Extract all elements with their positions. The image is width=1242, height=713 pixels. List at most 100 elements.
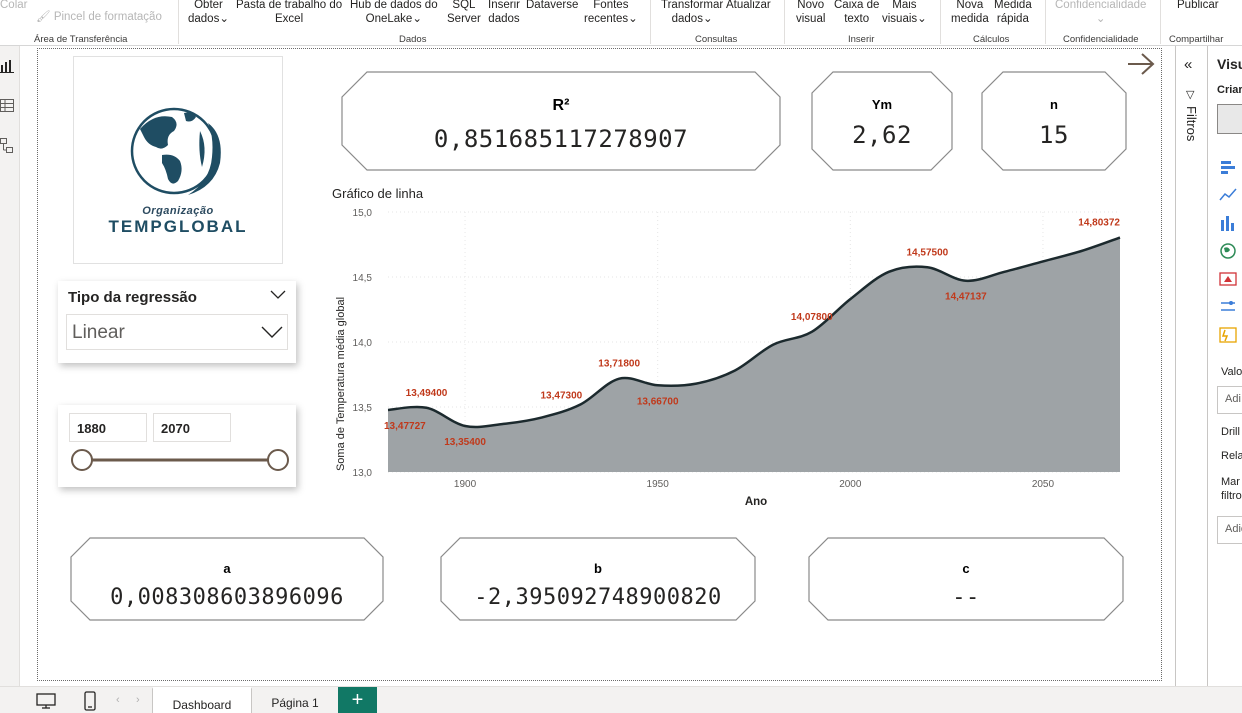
n-value: 15: [1039, 121, 1069, 149]
separator: [650, 0, 651, 44]
chevron-right-icon[interactable]: ›: [136, 694, 140, 706]
y-tick-label: 13,5: [353, 403, 373, 414]
add-drill-field[interactable]: Adic: [1217, 516, 1242, 544]
data-label: 14,80372: [1078, 218, 1120, 229]
c-title: c: [962, 561, 970, 576]
c-card[interactable]: c --: [808, 537, 1124, 621]
a-card[interactable]: a 0,008308603896096: [70, 537, 384, 621]
smart-narrative-icon[interactable]: [1219, 326, 1237, 344]
chevron-left-icon[interactable]: ‹: [116, 694, 120, 706]
get-data-button[interactable]: Obter dados⌄: [188, 0, 229, 26]
range-start-handle[interactable]: [71, 449, 93, 471]
regression-type-slicer: Tipo da regressão Linear: [58, 281, 296, 363]
b-title: b: [594, 561, 602, 576]
year-to-input[interactable]: 2070: [153, 413, 231, 442]
r2-card[interactable]: R² 0,85168511727890​7: [341, 71, 781, 171]
n-card[interactable]: n 15: [981, 71, 1127, 171]
insert-group-label: Inserir: [848, 34, 875, 45]
sensitivity-button[interactable]: Confidencialidade ⌄: [1055, 0, 1146, 26]
area-fill: [388, 237, 1120, 472]
sql-server-button[interactable]: SQL Server: [447, 0, 481, 26]
model-view-icon[interactable]: [0, 138, 16, 154]
recent-sources-button[interactable]: Fontes recentes⌄: [584, 0, 638, 26]
new-measure-button[interactable]: Nova medida: [951, 0, 989, 26]
get-data-label-2: dados⌄: [188, 13, 229, 25]
quick-measure-button[interactable]: Medida rápida: [994, 0, 1032, 26]
view-switcher-rail: [0, 46, 20, 686]
keep-filters-label-1: Mar: [1221, 476, 1240, 488]
table-view-icon[interactable]: [0, 98, 16, 114]
format-painter-label: Pincel de formatação: [53, 11, 162, 23]
keep-filters-label-2: filtro: [1221, 490, 1242, 502]
chevron-down-icon: ⌄: [702, 13, 713, 25]
publish-button[interactable]: Publicar: [1177, 0, 1219, 12]
slicer-icon[interactable]: [1219, 298, 1237, 316]
separator: [1045, 0, 1046, 44]
funnel-icon: ▽: [1186, 89, 1195, 101]
enter-data-label-2: dados: [488, 13, 520, 25]
line-chart[interactable]: 13,0 13,5 14,0 14,5 15,0 1900 1950 2000 2050 13,…: [330, 184, 1130, 512]
tab-pagina-1[interactable]: Página 1: [254, 687, 336, 713]
more-visuals-label-1: Mais: [892, 0, 917, 11]
logo-org-text: Organização: [142, 205, 214, 217]
values-label: Valo: [1221, 366, 1242, 378]
stacked-bar-chart-icon[interactable]: [1219, 158, 1237, 176]
chevron-down-icon[interactable]: [270, 290, 286, 300]
report-canvas: Organização TEMPGLOBAL R² 0,851685117278…: [22, 46, 1174, 686]
double-chevron-left-icon[interactable]: «: [1184, 56, 1192, 73]
new-measure-label-1: Nova: [956, 0, 984, 11]
regression-type-selected: Linear: [72, 322, 125, 343]
card-shape: [341, 71, 781, 171]
separator: [178, 0, 179, 44]
mobile-layout-icon[interactable]: [84, 691, 96, 711]
more-visuals-button[interactable]: Mais visuais⌄: [882, 0, 927, 26]
data-label: 14,57500: [907, 247, 949, 258]
year-range-track[interactable]: [68, 447, 292, 473]
data-label: 13,66700: [637, 396, 679, 407]
sensitivity-label: Confidencialidade: [1055, 0, 1147, 11]
chevron-down-icon[interactable]: [261, 326, 283, 339]
ym-card[interactable]: Ym 2,62: [811, 71, 953, 171]
regression-type-dropdown[interactable]: Linear: [66, 314, 288, 350]
add-page-button[interactable]: +: [338, 687, 377, 713]
excel-label-1: Pasta de trabalho do: [236, 0, 343, 11]
dataverse-button[interactable]: Dataverse: [526, 0, 578, 12]
format-painter-button[interactable]: 🖌 Pincel de formatação: [36, 10, 162, 24]
kpi-icon[interactable]: [1219, 270, 1237, 288]
tab-dashboard[interactable]: Dashboard: [152, 687, 252, 713]
excel-workbook-button[interactable]: Pasta de trabalho do Excel: [236, 0, 342, 26]
transform-data-button[interactable]: Transformar dados⌄: [661, 0, 723, 26]
desktop-layout-icon[interactable]: [36, 693, 56, 709]
transform-label-2: dados⌄: [671, 13, 713, 25]
chevron-down-icon: ⌄: [412, 13, 422, 25]
sensitivity-group-label: Confidencialidade: [1063, 34, 1139, 45]
filters-pane[interactable]: « ▽ Filtros: [1175, 46, 1208, 686]
column-chart-icon[interactable]: [1219, 214, 1237, 232]
data-label: 13,47727: [384, 421, 426, 432]
ribbon: Colar 🖌 Pincel de formatação Área de Tra…: [0, 0, 1242, 46]
recent-sources-label-2: recentes⌄: [584, 13, 638, 25]
report-view-icon[interactable]: [0, 58, 16, 74]
data-label: 13,71800: [598, 359, 640, 370]
b-card[interactable]: b -2,395092748900820: [440, 537, 756, 621]
calculations-group-label: Cálculos: [973, 34, 1010, 45]
data-label: 14,47137: [945, 292, 987, 303]
regression-type-title: Tipo da regressão: [68, 289, 197, 306]
enter-data-button[interactable]: Inserir dados: [488, 0, 520, 26]
range-end-handle[interactable]: [267, 449, 289, 471]
r2-title: R²: [552, 97, 570, 114]
year-from-input[interactable]: 1880: [69, 413, 147, 442]
arrow-right-icon[interactable]: [1126, 52, 1156, 76]
paste-button[interactable]: Colar: [0, 0, 27, 12]
refresh-button[interactable]: Atualizar: [726, 0, 771, 12]
add-values-field[interactable]: Adi: [1217, 386, 1242, 414]
chevron-down-icon: ⌄: [219, 13, 229, 25]
new-visual-button[interactable]: Novo visual: [796, 0, 825, 26]
share-group-label: Compartilhar: [1169, 34, 1224, 45]
onelake-hub-button[interactable]: Hub de dados do OneLake⌄: [350, 0, 438, 26]
selected-visual-icon[interactable]: [1217, 104, 1242, 134]
quick-measure-label-1: Medida: [994, 0, 1032, 11]
map-globe-icon[interactable]: [1219, 242, 1237, 260]
text-box-button[interactable]: Caixa de texto: [834, 0, 879, 26]
line-chart-icon[interactable]: [1219, 186, 1237, 204]
